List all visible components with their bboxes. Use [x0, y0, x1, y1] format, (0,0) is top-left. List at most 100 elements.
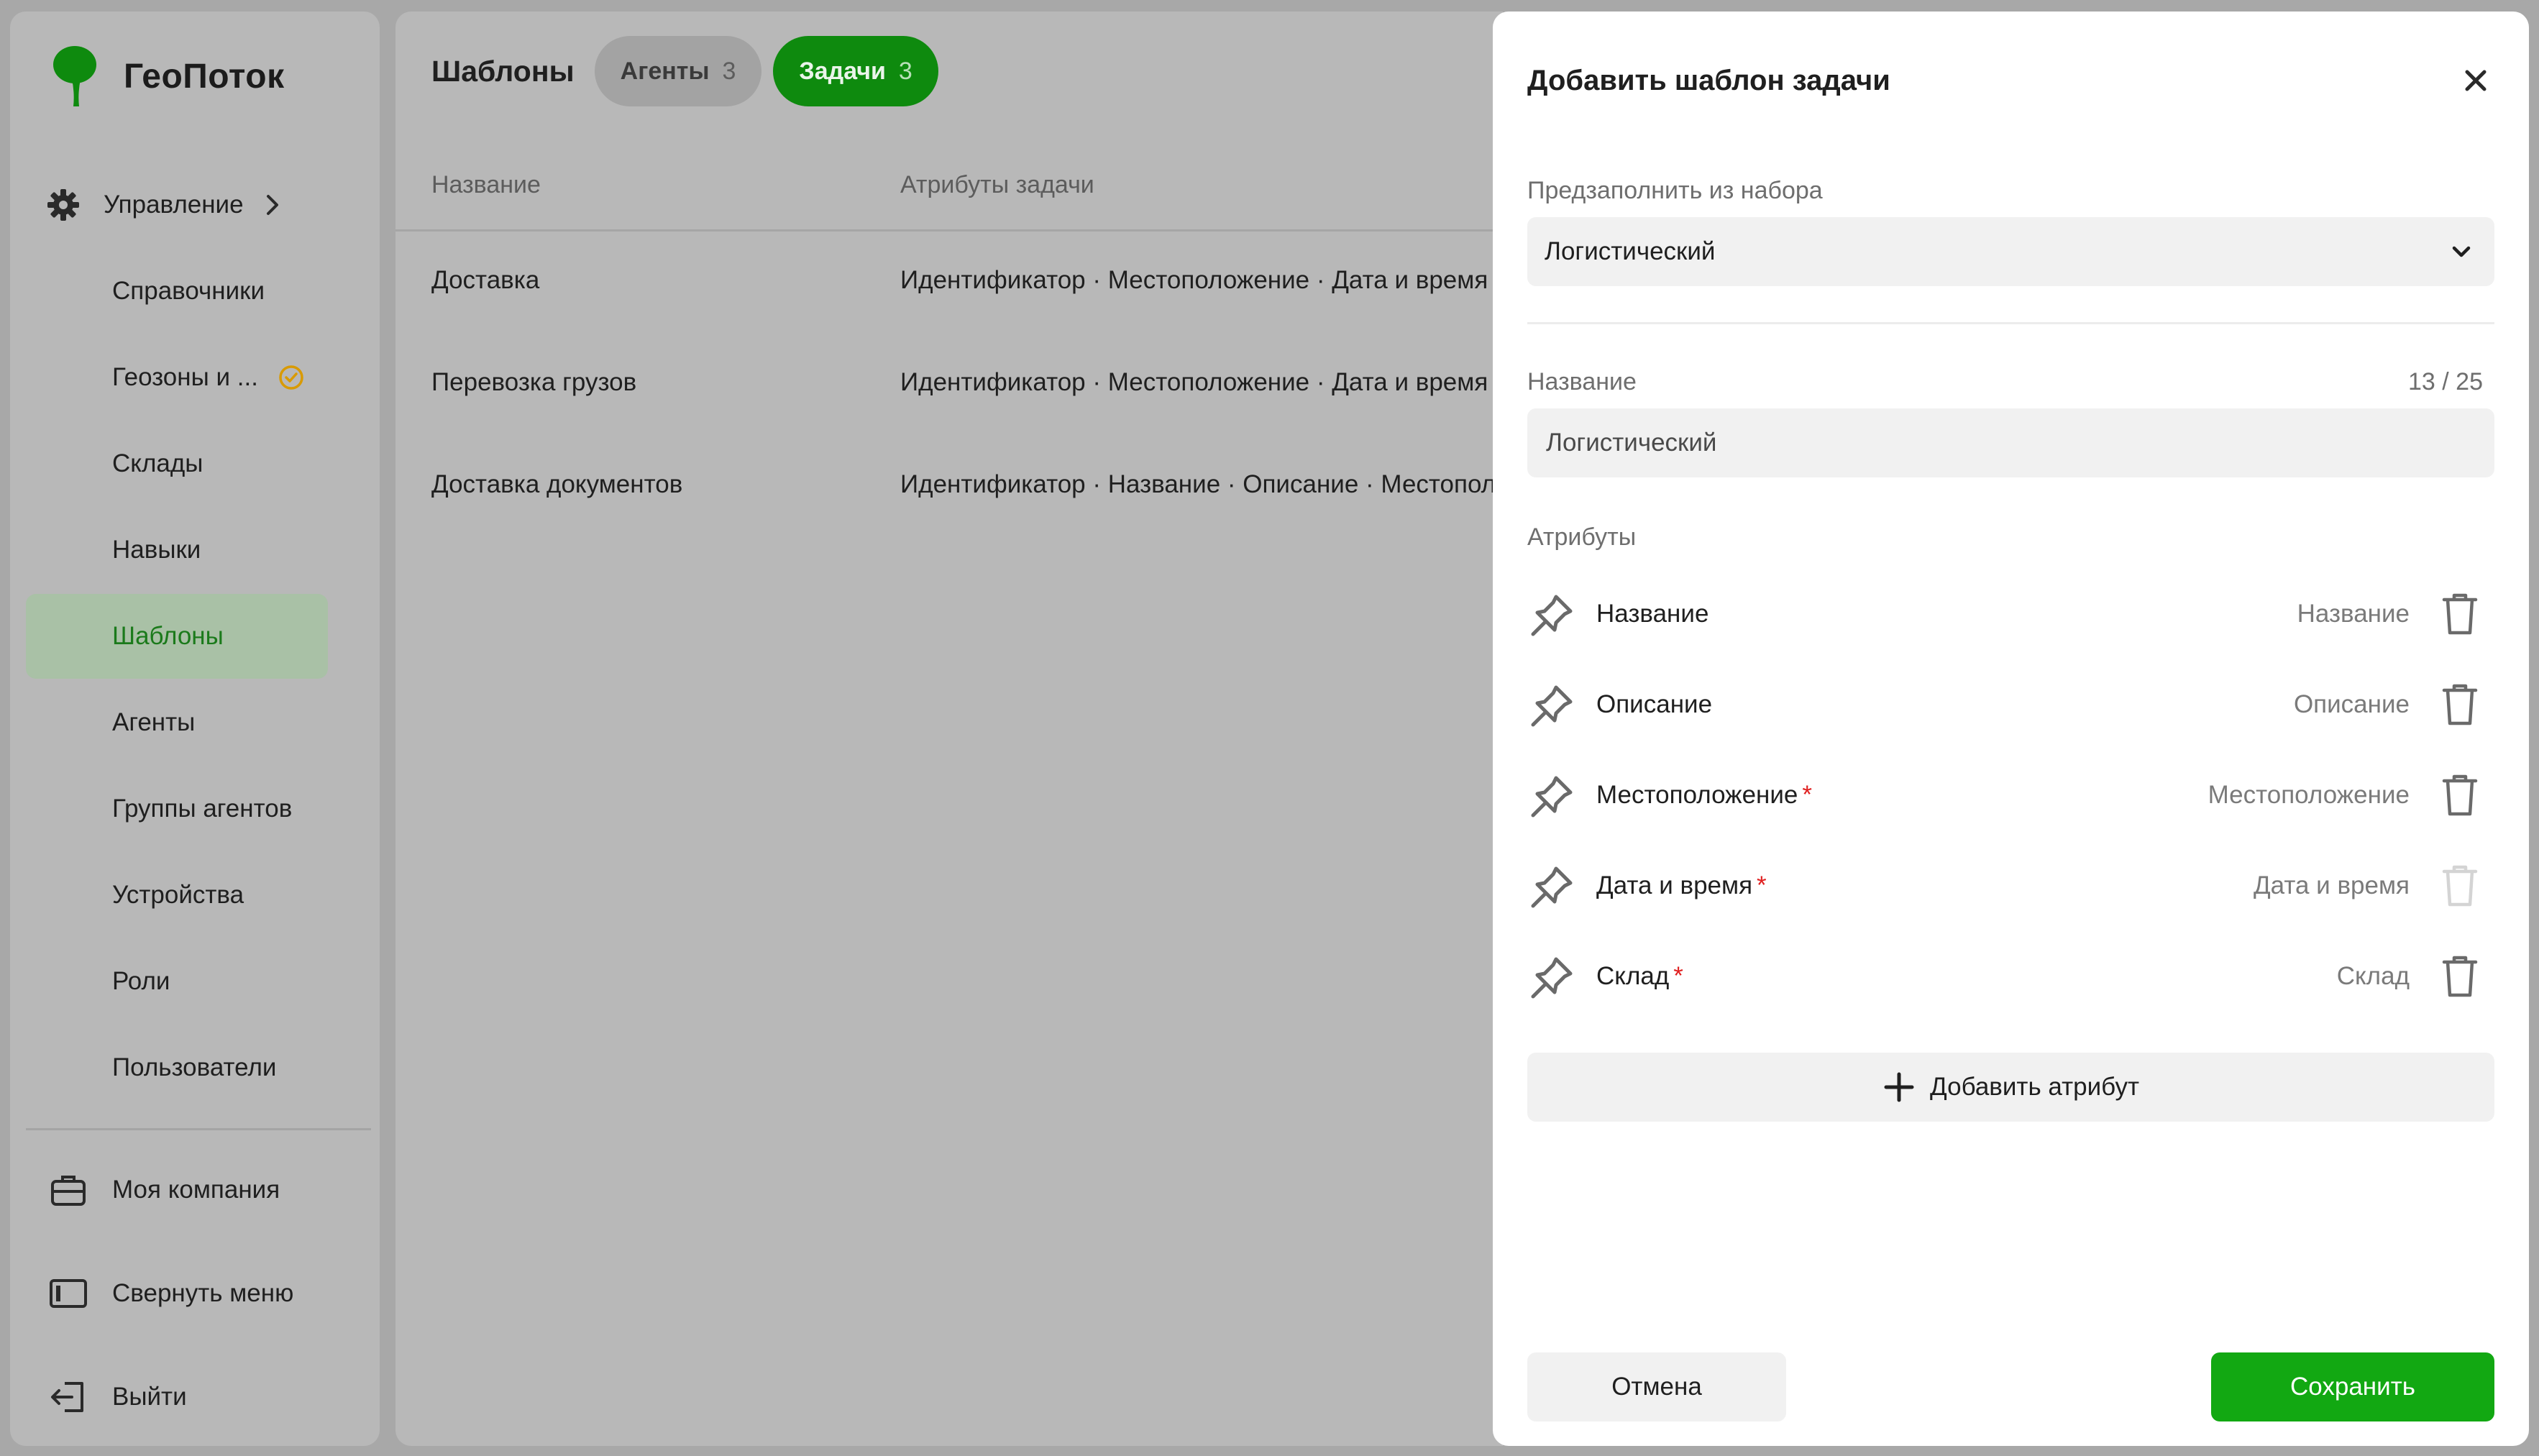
- name-label: Название: [1527, 368, 1637, 395]
- gear-icon: [47, 189, 79, 221]
- attribute-row: Название Название: [1527, 572, 2494, 663]
- collapse-label: Свернуть меню: [112, 1279, 294, 1307]
- dialog-divider: [1527, 322, 2494, 324]
- logout-icon: [51, 1382, 83, 1412]
- trash-icon[interactable]: [2440, 772, 2480, 818]
- logout-label: Выйти: [112, 1383, 187, 1411]
- app-logo[interactable]: ГеоПоток: [46, 43, 285, 109]
- dialog-title: Добавить шаблон задачи: [1527, 65, 1890, 96]
- table-row[interactable]: Доставка документов Идентификатор · Назв…: [395, 439, 1583, 539]
- save-button[interactable]: Сохранить: [2211, 1352, 2494, 1421]
- sidebar-item-skills[interactable]: Навыки: [26, 508, 328, 592]
- briefcase-icon: [51, 1176, 86, 1206]
- close-icon[interactable]: [2457, 62, 2494, 99]
- sidebar-item-company[interactable]: Моя компания: [49, 1165, 280, 1215]
- attribute-row: Дата и время * Дата и время: [1527, 844, 2494, 935]
- templates-header: Шаблоны Агенты 3 Задачи 3: [431, 36, 950, 106]
- attribute-type: Местоположение: [2208, 781, 2410, 809]
- sidebar-section-management[interactable]: Управление: [46, 181, 283, 229]
- trash-icon[interactable]: [2440, 682, 2480, 728]
- table-row[interactable]: Перевозка грузов Идентификатор · Местопо…: [395, 336, 1503, 437]
- clock-check-icon: [279, 365, 303, 390]
- sidebar-nav: Справочники Геозоны и ... Склады Навыки …: [26, 249, 328, 1112]
- tab-tasks[interactable]: Задачи 3: [773, 36, 938, 106]
- sidebar-item-templates[interactable]: Шаблоны: [26, 594, 328, 679]
- pin-icon[interactable]: [1527, 682, 1576, 731]
- sidebar-item-agents[interactable]: Агенты: [26, 680, 328, 765]
- company-label: Моя компания: [112, 1176, 280, 1204]
- tab-label: Агенты: [620, 57, 710, 85]
- sidebar-item-label: Группы агентов: [112, 795, 293, 823]
- attribute-type: Описание: [2293, 690, 2410, 718]
- attribute-name-text: Название: [1596, 600, 1709, 628]
- sidebar-item-label: Навыки: [112, 536, 201, 564]
- logout-button[interactable]: Выйти: [49, 1372, 187, 1422]
- sidebar-item-label: Роли: [112, 967, 170, 995]
- attribute-name-text: Описание: [1596, 690, 1713, 718]
- attribute-name-text: Дата и время: [1596, 871, 1753, 899]
- required-mark: *: [1802, 781, 1813, 809]
- attribute-type: Дата и время: [2253, 871, 2410, 899]
- attribute-type: Название: [2297, 600, 2410, 628]
- attribute-name-text: Местоположение: [1596, 781, 1798, 809]
- tab-agents[interactable]: Агенты 3: [594, 36, 762, 106]
- trash-icon[interactable]: [2440, 591, 2480, 637]
- attribute-name: Дата и время *: [1596, 871, 1767, 900]
- prefill-value: Логистический: [1545, 237, 1716, 265]
- chevron-right-icon: [266, 195, 278, 215]
- attribute-row: Описание Описание: [1527, 663, 2494, 754]
- sidebar-item-label: Справочники: [112, 277, 265, 305]
- sidebar-item-agent-groups[interactable]: Группы агентов: [26, 766, 328, 851]
- pin-icon[interactable]: [1527, 772, 1576, 821]
- cancel-button[interactable]: Отмена: [1527, 1352, 1786, 1421]
- table-header: Название Атрибуты задачи: [395, 148, 1503, 232]
- sidebar-item-users[interactable]: Пользователи: [26, 1025, 328, 1110]
- sidebar-item-label: Устройства: [112, 881, 244, 909]
- sidebar-item-roles[interactable]: Роли: [26, 939, 328, 1024]
- tab-label: Задачи: [799, 57, 886, 85]
- collapse-menu-button[interactable]: Свернуть меню: [49, 1268, 293, 1319]
- attribute-row: Местоположение * Местоположение: [1527, 754, 2494, 844]
- row-name: Перевозка грузов: [431, 368, 637, 396]
- column-header-name[interactable]: Название: [431, 171, 541, 199]
- save-label: Сохранить: [2290, 1373, 2415, 1401]
- attribute-name: Название: [1596, 600, 1713, 628]
- sidebar-section-label: Управление: [104, 191, 244, 219]
- sidebar-item-devices[interactable]: Устройства: [26, 853, 328, 938]
- trash-icon-disabled: [2442, 865, 2478, 907]
- tab-count: 3: [722, 57, 736, 85]
- column-header-attributes[interactable]: Атрибуты задачи: [900, 171, 1094, 199]
- page-title: Шаблоны: [431, 54, 575, 88]
- sidebar-divider: [26, 1128, 371, 1130]
- pin-icon[interactable]: [1527, 863, 1576, 912]
- required-mark: *: [1757, 871, 1767, 899]
- sidebar-item-geozones[interactable]: Геозоны и ...: [26, 335, 328, 420]
- template-name-input[interactable]: Логистический: [1527, 408, 2494, 477]
- row-name: Доставка документов: [431, 470, 683, 498]
- trash-icon[interactable]: [2440, 953, 2480, 999]
- attribute-name: Описание: [1596, 690, 1716, 719]
- sidebar-item-directories[interactable]: Справочники: [26, 249, 328, 334]
- pin-icon[interactable]: [1527, 953, 1576, 1002]
- sidebar: ГеоПоток Управление Справочники Геозоны …: [10, 12, 380, 1446]
- add-attribute-button[interactable]: Добавить атрибут: [1527, 1053, 2494, 1122]
- cancel-label: Отмена: [1611, 1373, 1702, 1401]
- sidebar-item-warehouses[interactable]: Склады: [26, 421, 328, 506]
- row-name: Доставка: [431, 266, 540, 294]
- add-attribute-label: Добавить атрибут: [1930, 1073, 2139, 1101]
- row-attributes: Идентификатор · Название · Описание · Ме…: [900, 470, 1583, 498]
- tree-logo-icon: [53, 46, 96, 106]
- attributes-label: Атрибуты: [1527, 523, 1637, 551]
- attribute-type: Склад: [2336, 962, 2410, 990]
- plus-icon: [1884, 1072, 1914, 1102]
- table-row[interactable]: Доставка Идентификатор · Местоположение …: [395, 234, 1503, 335]
- chevron-down-icon: [2452, 246, 2471, 257]
- sidebar-item-label: Геозоны и ...: [112, 363, 258, 391]
- attribute-row: Склад * Склад: [1527, 935, 2494, 1025]
- row-attributes: Идентификатор · Местоположение · Дата и …: [900, 368, 1488, 396]
- prefill-select[interactable]: Логистический: [1527, 217, 2494, 286]
- templates-panel: Шаблоны Агенты 3 Задачи 3 Название Атриб…: [395, 12, 1583, 1446]
- sidebar-item-label: Пользователи: [112, 1053, 277, 1081]
- attribute-name-text: Склад: [1596, 962, 1670, 990]
- pin-icon[interactable]: [1527, 591, 1576, 640]
